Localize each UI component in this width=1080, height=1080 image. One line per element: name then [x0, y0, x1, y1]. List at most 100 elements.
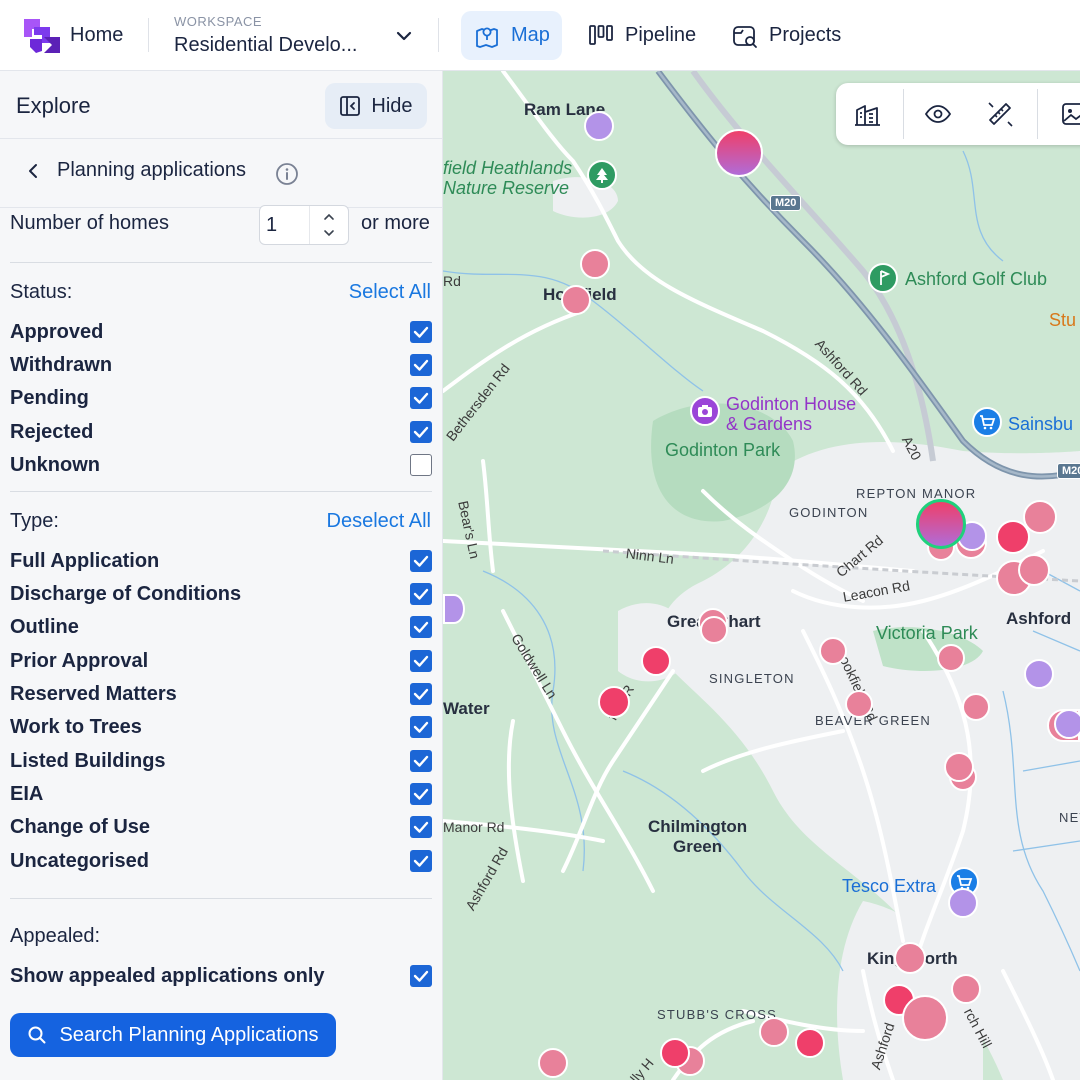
divider: [0, 138, 442, 139]
workspace-name[interactable]: Residential Develo...: [174, 34, 357, 57]
chevron-down-icon[interactable]: [394, 26, 414, 46]
status-item-approved[interactable]: Approved: [10, 318, 432, 348]
planning-marker[interactable]: [660, 1038, 690, 1068]
place-label: Victoria Park: [876, 623, 978, 643]
type-item-prior-approval[interactable]: Prior Approval: [10, 647, 432, 677]
type-item-outline[interactable]: Outline: [10, 613, 432, 643]
planning-marker[interactable]: [937, 644, 965, 672]
nature-reserve-icon[interactable]: [587, 160, 617, 190]
planning-marker[interactable]: [1023, 500, 1057, 534]
checkbox-checked[interactable]: [410, 750, 432, 772]
planning-marker[interactable]: [538, 1048, 568, 1078]
planning-marker-selected[interactable]: [916, 499, 966, 549]
golf-flag-icon: [880, 270, 891, 285]
planning-marker-cluster[interactable]: [715, 129, 763, 177]
status-item-rejected[interactable]: Rejected: [10, 418, 432, 448]
checkbox-checked[interactable]: [410, 683, 432, 705]
eye-icon[interactable]: [922, 98, 954, 130]
checkbox-checked[interactable]: [410, 850, 432, 872]
type-label: Change of Use: [10, 816, 151, 838]
home-link[interactable]: Home: [70, 24, 123, 47]
planning-marker[interactable]: [443, 594, 465, 624]
shopping-cart-icon[interactable]: [972, 407, 1002, 437]
planning-marker[interactable]: [948, 888, 978, 918]
status-item-withdrawn[interactable]: Withdrawn: [10, 351, 432, 381]
back-to-planning-button[interactable]: Planning applications: [22, 159, 246, 182]
map-icon: [476, 27, 498, 48]
status-item-unknown[interactable]: Unknown: [10, 451, 432, 481]
place-label: NEW: [1059, 810, 1080, 825]
planning-marker[interactable]: [902, 995, 948, 1041]
planning-marker[interactable]: [584, 111, 614, 141]
planning-marker[interactable]: [700, 616, 728, 644]
status-label: Approved: [10, 321, 104, 343]
deselect-all-link[interactable]: Deselect All: [327, 510, 432, 533]
place-label: Water: [443, 699, 490, 718]
planning-marker[interactable]: [641, 646, 671, 676]
tab-pipeline[interactable]: Pipeline: [575, 11, 708, 60]
checkbox-checked[interactable]: [410, 354, 432, 376]
chevron-up-icon[interactable]: [322, 210, 336, 224]
golf-icon[interactable]: [868, 263, 898, 293]
planning-marker[interactable]: [894, 942, 926, 974]
info-icon[interactable]: [275, 162, 299, 186]
measure-ruler-icon[interactable]: [984, 98, 1016, 130]
type-item-eia[interactable]: EIA: [10, 780, 432, 810]
checkbox-checked[interactable]: [410, 387, 432, 409]
checkbox-checked[interactable]: [410, 650, 432, 672]
tab-projects[interactable]: Projects: [719, 11, 853, 60]
type-item-full-application[interactable]: Full Application: [10, 547, 432, 577]
checkbox-checked[interactable]: [410, 816, 432, 838]
checkbox-checked[interactable]: [410, 716, 432, 738]
map-view[interactable]: M20 M20 Ram Lane field Heathlands Nature…: [443, 71, 1080, 1080]
planning-marker[interactable]: [951, 974, 981, 1004]
planning-marker[interactable]: [845, 690, 873, 718]
planning-marker[interactable]: [561, 285, 591, 315]
checkmark-icon: [413, 970, 429, 982]
appealed-only-toggle[interactable]: Show appealed applications only: [10, 962, 432, 992]
checkbox-checked[interactable]: [410, 321, 432, 343]
type-item-change-of-use[interactable]: Change of Use: [10, 813, 432, 843]
tab-map-label: Map: [511, 24, 550, 46]
checkbox-checked[interactable]: [410, 616, 432, 638]
number-of-homes-value[interactable]: 1: [266, 214, 277, 237]
brand-logo-icon[interactable]: [20, 15, 62, 57]
status-heading: Status:: [10, 281, 73, 303]
planning-marker[interactable]: [962, 693, 990, 721]
place-label: field Heathlands Nature Reserve: [443, 158, 573, 198]
place-label: Ashford: [1006, 609, 1072, 628]
checkmark-icon: [413, 855, 429, 867]
type-item-reserved-matters[interactable]: Reserved Matters: [10, 680, 432, 710]
planning-marker[interactable]: [819, 637, 847, 665]
building-icon[interactable]: [852, 98, 884, 130]
type-item-work-to-trees[interactable]: Work to Trees: [10, 713, 432, 743]
planning-marker[interactable]: [759, 1017, 789, 1047]
tab-map[interactable]: Map: [461, 11, 562, 60]
type-item-listed-buildings[interactable]: Listed Buildings: [10, 747, 432, 777]
type-item-uncategorised[interactable]: Uncategorised: [10, 847, 432, 877]
planning-marker[interactable]: [795, 1028, 825, 1058]
image-icon[interactable]: [1058, 98, 1080, 130]
divider: [10, 491, 432, 492]
search-planning-applications-button[interactable]: Search Planning Applications: [10, 1013, 336, 1057]
status-item-pending[interactable]: Pending: [10, 384, 432, 414]
planning-marker[interactable]: [944, 752, 974, 782]
attraction-camera-icon[interactable]: [690, 396, 720, 426]
planning-marker[interactable]: [1054, 709, 1080, 739]
checkmark-icon: [413, 621, 429, 633]
checkbox-checked[interactable]: [410, 965, 432, 987]
checkbox-checked[interactable]: [410, 421, 432, 443]
checkbox-checked[interactable]: [410, 583, 432, 605]
planning-marker[interactable]: [1024, 659, 1054, 689]
select-all-link[interactable]: Select All: [349, 281, 431, 304]
chevron-down-icon[interactable]: [322, 226, 336, 240]
planning-marker[interactable]: [580, 249, 610, 279]
number-of-homes-stepper[interactable]: 1: [259, 205, 349, 245]
planning-marker[interactable]: [598, 686, 630, 718]
planning-marker[interactable]: [1018, 554, 1050, 586]
type-item-discharge-of-conditions[interactable]: Discharge of Conditions: [10, 580, 432, 610]
hide-sidebar-button[interactable]: Hide: [325, 83, 427, 129]
checkbox-checked[interactable]: [410, 550, 432, 572]
checkbox-unchecked[interactable]: [410, 454, 432, 476]
checkbox-checked[interactable]: [410, 783, 432, 805]
